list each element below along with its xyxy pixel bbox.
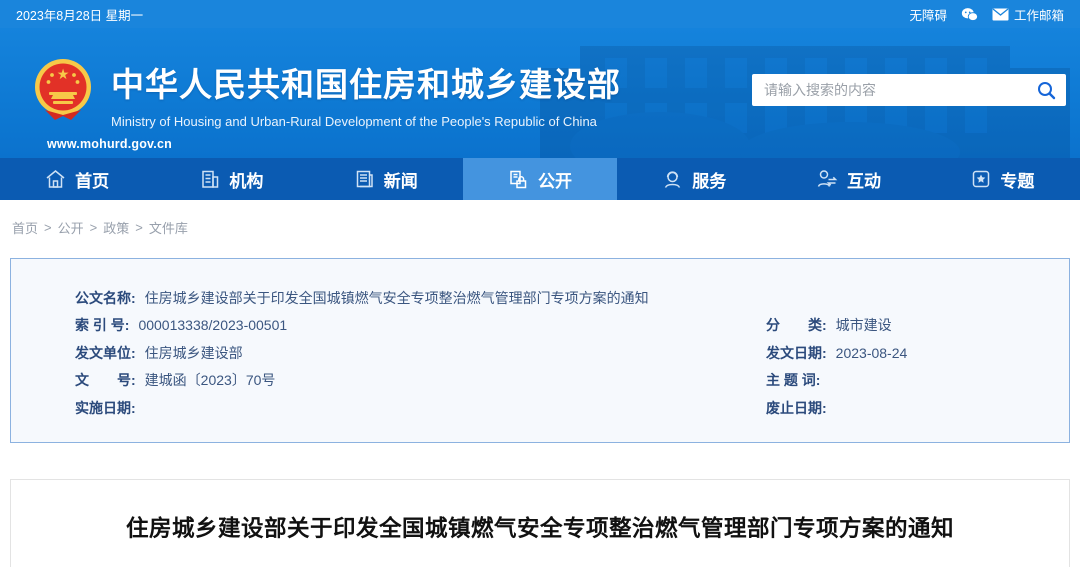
star-badge-icon xyxy=(971,169,991,189)
article-panel: 住房城乡建设部关于印发全国城镇燃气安全专项整治燃气管理部门专项方案的通知 xyxy=(10,479,1070,567)
site-subtitle: Ministry of Housing and Urban-Rural Deve… xyxy=(111,114,621,129)
breadcrumb-home[interactable]: 首页 xyxy=(12,218,38,237)
search-box xyxy=(752,74,1066,106)
mailbox-link[interactable]: 工作邮箱 xyxy=(992,5,1064,24)
disclosure-lock-icon xyxy=(508,169,529,190)
breadcrumb-separator: > xyxy=(135,220,143,235)
home-icon xyxy=(45,169,66,189)
meta-row-index-no: 索 引 号: 000013338/2023-00501 xyxy=(75,312,766,340)
site-header: www.mohurd.gov.cn 中华人民共和国住房和城乡建设部 Minist… xyxy=(0,28,1080,158)
wechat-icon xyxy=(961,7,978,22)
meta-row-keywords: 主 题 词: xyxy=(766,367,1049,395)
nav-item-org[interactable]: 机构 xyxy=(154,158,308,200)
meta-right-column: 分 类: 城市建设 发文日期: 2023-08-24 主 题 词: 废止日期: xyxy=(766,312,1049,422)
interaction-icon xyxy=(816,169,838,189)
service-agent-icon xyxy=(662,169,683,189)
meta-label: 发文日期: xyxy=(766,343,827,363)
accessibility-label: 无障碍 xyxy=(909,5,947,24)
meta-row-doc-name: 公文名称: 住房城乡建设部关于印发全国城镇燃气安全专项整治燃气管理部门专项方案的… xyxy=(75,284,1049,312)
top-utility-bar: 2023年8月28日 星期一 无障碍 工作邮箱 xyxy=(0,0,1080,28)
accessibility-link[interactable]: 无障碍 xyxy=(909,5,947,24)
search-input[interactable] xyxy=(752,74,1026,106)
nav-item-topics[interactable]: 专题 xyxy=(926,158,1080,200)
main-nav: 首页 机构 新闻 公开 服务 互动 xyxy=(0,158,1080,200)
national-emblem xyxy=(33,58,93,122)
current-date: 2023年8月28日 星期一 xyxy=(16,5,143,24)
meta-row-issuing-unit: 发文单位: 住房城乡建设部 xyxy=(75,339,766,367)
breadcrumb-disclosure[interactable]: 公开 xyxy=(58,218,84,237)
meta-value: 住房城乡建设部关于印发全国城镇燃气安全专项整治燃气管理部门专项方案的通知 xyxy=(145,288,649,308)
mail-icon xyxy=(992,8,1009,21)
brand-block[interactable]: www.mohurd.gov.cn 中华人民共和国住房和城乡建设部 Minist… xyxy=(33,42,621,129)
brand-text: 中华人民共和国住房和城乡建设部 Ministry of Housing and … xyxy=(111,42,621,129)
nav-label: 专题 xyxy=(1000,167,1034,192)
breadcrumb-policy[interactable]: 政策 xyxy=(103,218,129,237)
mailbox-label: 工作邮箱 xyxy=(1014,5,1064,24)
search-icon xyxy=(1037,81,1056,100)
meta-row-doc-number: 文 号: 建城函〔2023〕70号 xyxy=(75,367,766,395)
site-url: www.mohurd.gov.cn xyxy=(47,137,172,151)
search-button[interactable] xyxy=(1026,74,1066,106)
nav-item-services[interactable]: 服务 xyxy=(617,158,771,200)
nav-item-disclosure[interactable]: 公开 xyxy=(463,158,617,200)
meta-label: 索 引 号: xyxy=(75,315,129,335)
meta-row-category: 分 类: 城市建设 xyxy=(766,312,1049,340)
meta-label: 分 类: xyxy=(766,315,827,335)
nav-item-news[interactable]: 新闻 xyxy=(309,158,463,200)
meta-left-column: 索 引 号: 000013338/2023-00501 发文单位: 住房城乡建设… xyxy=(75,312,766,422)
article-title: 住房城乡建设部关于印发全国城镇燃气安全专项整治燃气管理部门专项方案的通知 xyxy=(11,511,1069,543)
meta-row-effective-date: 实施日期: xyxy=(75,394,766,422)
nav-item-interaction[interactable]: 互动 xyxy=(771,158,925,200)
topbar-links: 无障碍 工作邮箱 xyxy=(909,5,1064,24)
breadcrumb-separator: > xyxy=(44,220,52,235)
meta-value: 城市建设 xyxy=(836,315,892,335)
meta-row-repeal-date: 废止日期: xyxy=(766,394,1049,422)
news-icon xyxy=(354,169,375,189)
meta-label: 废止日期: xyxy=(766,398,827,418)
meta-value: 住房城乡建设部 xyxy=(145,343,243,363)
breadcrumb-separator: > xyxy=(90,220,98,235)
meta-label: 实施日期: xyxy=(75,398,136,418)
nav-item-home[interactable]: 首页 xyxy=(0,158,154,200)
meta-value: 建城函〔2023〕70号 xyxy=(145,370,276,390)
nav-label: 首页 xyxy=(75,167,109,192)
meta-label: 文 号: xyxy=(75,370,136,390)
meta-value: 2023-08-24 xyxy=(836,345,908,361)
nav-label: 新闻 xyxy=(384,167,418,192)
meta-label: 发文单位: xyxy=(75,343,136,363)
nav-label: 服务 xyxy=(692,167,726,192)
site-title: 中华人民共和国住房和城乡建设部 xyxy=(111,58,621,106)
meta-value: 000013338/2023-00501 xyxy=(138,317,287,333)
meta-row-issue-date: 发文日期: 2023-08-24 xyxy=(766,339,1049,367)
meta-label: 公文名称: xyxy=(75,288,136,308)
building-icon xyxy=(199,169,220,189)
breadcrumb: 首页 > 公开 > 政策 > 文件库 xyxy=(0,200,1080,237)
wechat-link[interactable] xyxy=(961,7,978,22)
document-meta-box: 公文名称: 住房城乡建设部关于印发全国城镇燃气安全专项整治燃气管理部门专项方案的… xyxy=(10,258,1070,443)
nav-label: 机构 xyxy=(229,167,263,192)
breadcrumb-library[interactable]: 文件库 xyxy=(149,218,188,237)
nav-label: 互动 xyxy=(847,167,881,192)
nav-label: 公开 xyxy=(538,167,572,192)
meta-label: 主 题 词: xyxy=(766,370,820,390)
